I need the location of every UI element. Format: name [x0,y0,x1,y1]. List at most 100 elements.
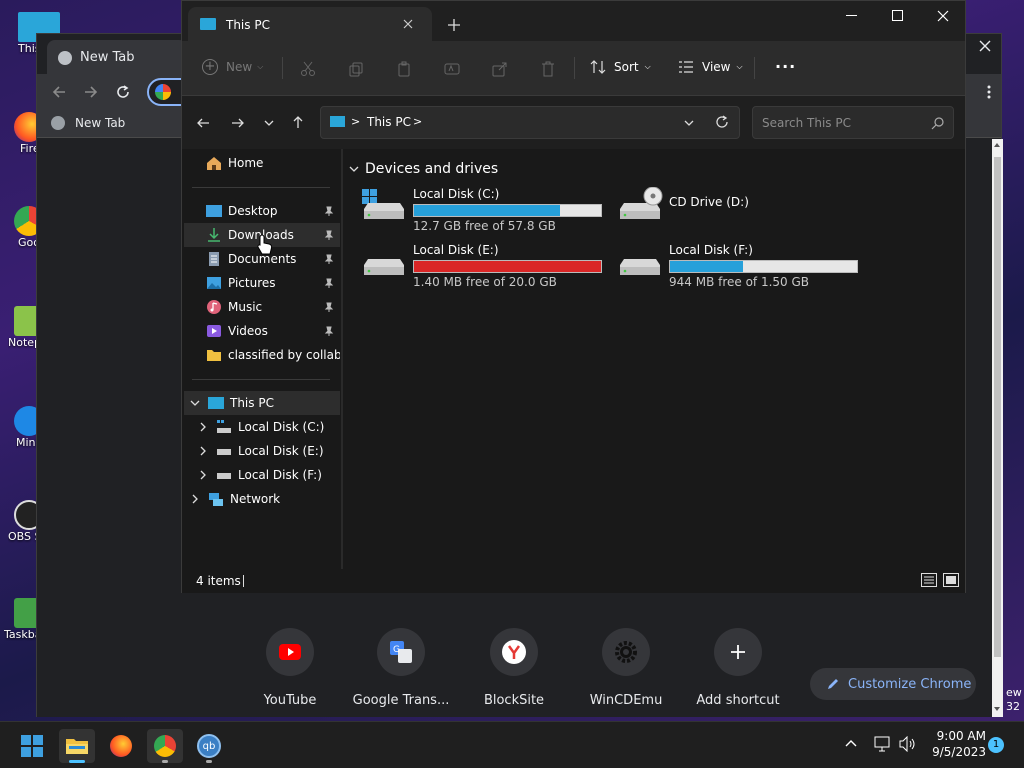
close-icon[interactable] [937,10,949,22]
refresh-icon[interactable] [715,115,729,129]
explorer-tab[interactable]: This PC [188,7,432,41]
chevron-right-icon[interactable] [198,470,208,480]
recent-chevron-down-icon[interactable] [263,118,275,128]
paste-icon[interactable] [396,61,412,77]
scroll-down-arrow-icon[interactable] [994,707,1000,711]
notification-badge[interactable]: 1 [988,737,1004,753]
address-bar[interactable]: > This PC > [320,106,740,139]
minimize-icon[interactable] [846,15,857,16]
nav-label: This PC [230,396,274,410]
nav-label: Desktop [228,204,278,218]
drive-tile-c[interactable]: Local Disk (C:) 12.7 GB free of 57.8 GB [361,187,605,235]
shortcut-add[interactable]: Add shortcut [683,628,793,708]
sort-button[interactable]: Sort ⌵ [590,59,651,75]
forward-arrow-icon[interactable] [83,84,99,100]
devices-section-header[interactable]: Devices and drives [349,161,498,177]
nav-home[interactable]: Home [206,151,362,175]
nav-local-disk-c[interactable]: Local Disk (C:) [184,415,340,439]
nav-music[interactable]: Music [184,295,340,319]
more-options-button[interactable]: ... [775,53,796,72]
back-arrow-icon[interactable] [196,116,210,130]
desktop-icon-paint[interactable]: Mini Paint [0,406,52,449]
scroll-up-arrow-icon[interactable] [994,143,1000,147]
new-tab-plus-icon[interactable] [448,19,460,31]
drive-tile-e[interactable]: Local Disk (E:) 1.40 MB free of 20.0 GB [361,243,605,291]
network-status-icon[interactable] [874,736,892,752]
pin-icon[interactable] [324,254,334,264]
up-arrow-icon[interactable] [291,115,305,129]
taskbar-file-explorer[interactable] [59,729,95,763]
rename-icon[interactable] [444,61,460,77]
delete-icon[interactable] [540,61,556,77]
shortcut-blocksite[interactable]: BlockSite [459,628,569,708]
chevron-right-icon[interactable] [198,422,208,432]
forward-arrow-icon[interactable] [231,116,245,130]
nav-label: Music [228,300,263,314]
address-dropdown-icon[interactable] [683,118,695,128]
cut-icon[interactable] [300,61,316,77]
running-indicator [162,760,168,763]
chevron-down-icon[interactable] [190,398,200,408]
customize-chrome-button[interactable]: Customize Chrome [810,668,976,700]
bookmark-new-tab[interactable]: New Tab [51,116,125,130]
nav-pictures[interactable]: Pictures [184,271,340,295]
desktop-icon-firefox[interactable]: Firefox [0,112,56,155]
music-icon [206,299,222,315]
taskbar-firefox[interactable] [103,729,139,763]
breadcrumb[interactable]: This PC [367,115,411,129]
shortcut-wincdemu[interactable]: WinCDEmu [571,628,681,708]
nav-classified-folder[interactable]: classified by collabne [184,343,340,367]
shortcut-google-translate[interactable]: G Google Trans... [346,628,456,708]
taskbar-chrome[interactable] [147,729,183,763]
chrome-tab[interactable]: New Tab [47,40,187,74]
tab-close-icon[interactable] [402,18,414,30]
desktop-icon-chrome[interactable]: Google Chrome [0,206,54,249]
taskbar-qbittorrent[interactable]: qb [191,729,227,763]
chrome-scrollbar[interactable] [992,139,1003,717]
chevron-right-icon[interactable] [198,446,208,456]
desktop-icon-notepad[interactable]: Notepad [0,306,44,349]
nav-network[interactable]: Network [184,487,340,511]
clock-time: 9:00 AM [936,729,986,743]
pin-icon[interactable] [324,302,334,312]
show-hidden-icons-chevron-up-icon[interactable] [845,738,857,748]
pin-icon[interactable] [324,230,334,240]
scrollbar-thumb[interactable] [994,157,1001,657]
nav-label: Local Disk (F:) [238,468,322,482]
nav-local-disk-e[interactable]: Local Disk (E:) [184,439,340,463]
drive-tile-d[interactable]: CD Drive (D:) [617,187,861,235]
chevron-right-icon[interactable] [190,494,200,504]
tiles-view-icon[interactable] [943,573,959,587]
copy-icon[interactable] [348,61,364,77]
pin-icon[interactable] [324,278,334,288]
desktop-icon-taskbar[interactable]: Taskbar [0,598,44,641]
desktop-icon-obs[interactable]: OBS S [0,500,44,543]
details-view-icon[interactable] [921,573,937,587]
share-icon[interactable] [492,61,508,77]
chrome-menu-icon[interactable] [981,84,997,100]
nav-desktop[interactable]: Desktop [184,199,340,223]
pin-icon[interactable] [324,206,334,216]
new-button[interactable]: + New ⌵ [202,59,263,75]
nav-this-pc[interactable]: This PC [184,391,340,415]
nav-local-disk-f[interactable]: Local Disk (F:) [184,463,340,487]
start-button[interactable] [14,729,50,763]
chrome-tab-title: New Tab [80,50,135,65]
maximize-icon[interactable] [892,10,903,21]
reload-icon[interactable] [115,84,131,100]
shortcut-youtube[interactable]: YouTube [235,628,345,708]
back-arrow-icon[interactable] [51,84,67,100]
pin-icon[interactable] [324,326,334,336]
status-bar: 4 items [182,569,965,593]
chrome-close-icon[interactable] [977,38,993,54]
view-button[interactable]: View ⌵ [678,59,743,75]
nav-videos[interactable]: Videos [184,319,340,343]
customize-chrome-label: Customize Chrome [848,676,972,692]
clock[interactable]: 9:00 AM 9/5/2023 [926,728,986,760]
desktop-icon-this-pc[interactable]: This PC [0,12,60,55]
chrome-icon [154,735,176,757]
volume-icon[interactable] [899,736,917,752]
desktop-icon-label: Taskbar [4,628,40,641]
drive-tile-f[interactable]: Local Disk (F:) 944 MB free of 1.50 GB [617,243,861,291]
search-box[interactable]: Search This PC [752,106,954,139]
